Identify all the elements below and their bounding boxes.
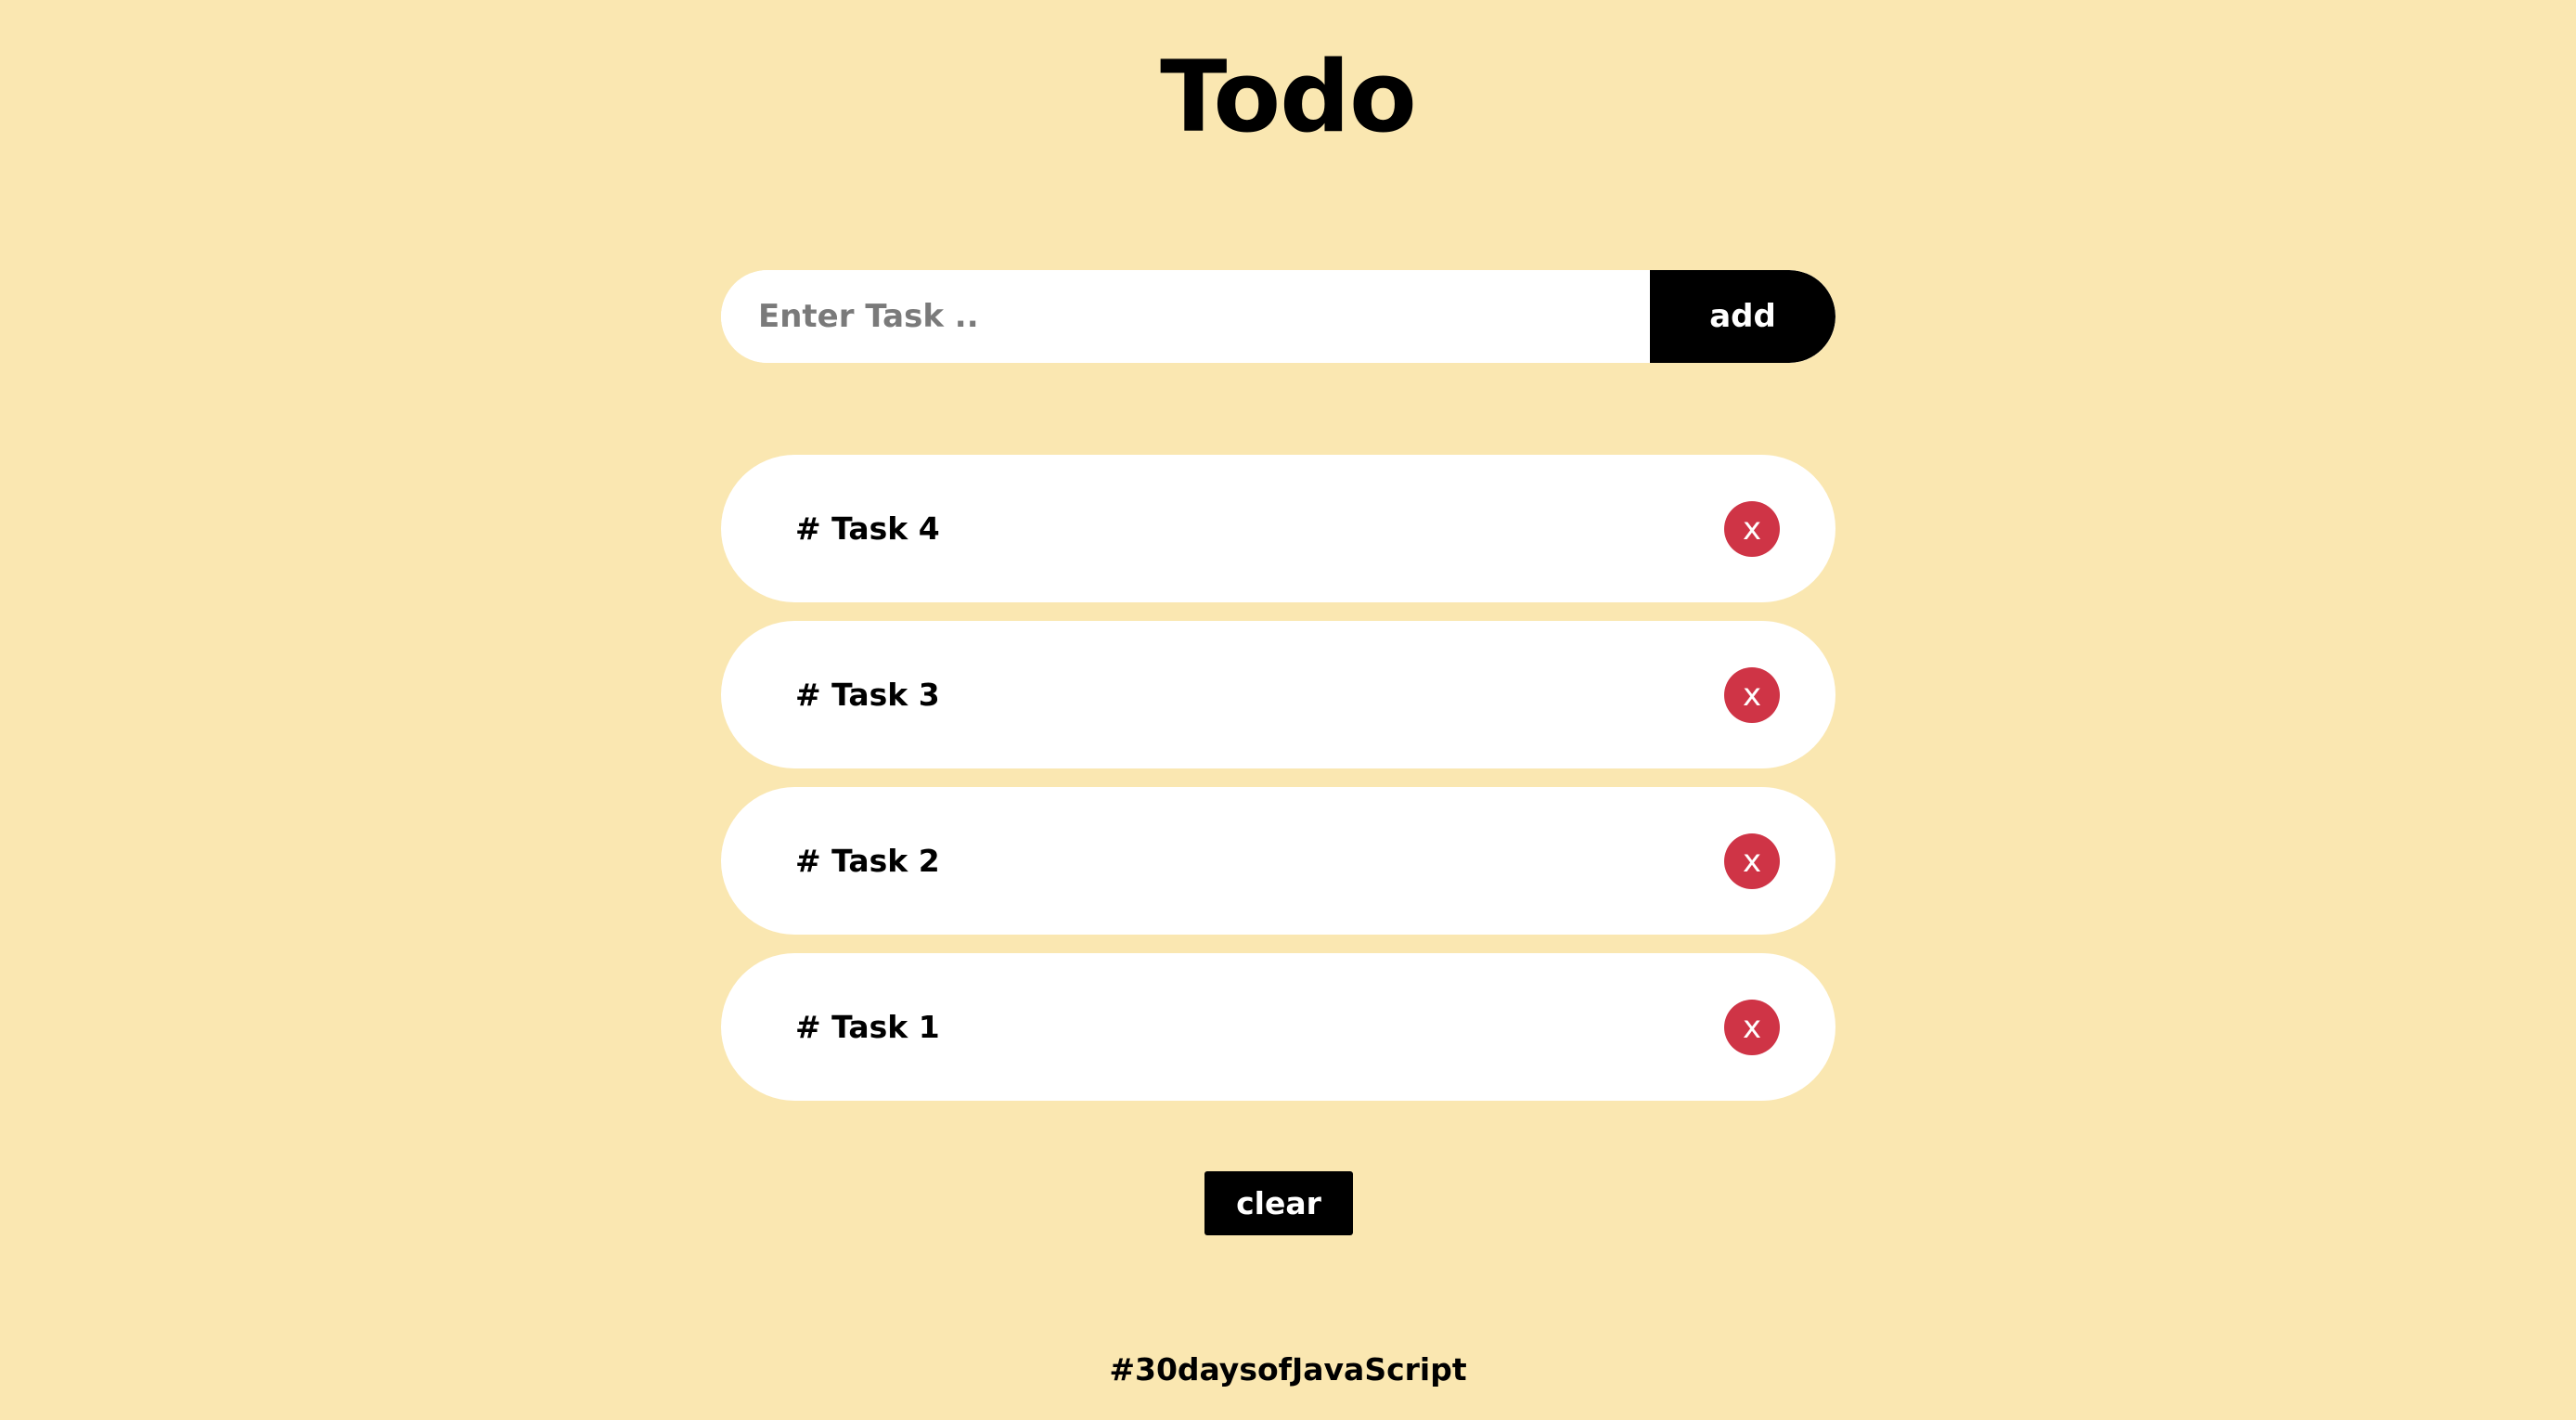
delete-task-button[interactable]: x: [1724, 666, 1780, 723]
task-input[interactable]: [721, 270, 1650, 363]
add-task-bar: add: [721, 270, 1835, 363]
footer-hashtag: #30daysofJavaScript: [1109, 1351, 1467, 1388]
add-button[interactable]: add: [1650, 270, 1835, 363]
page-title: Todo: [1160, 40, 1417, 154]
task-item: # Task 1 x: [721, 953, 1835, 1101]
task-label: # Task 1: [795, 1009, 940, 1045]
task-label: # Task 2: [795, 843, 940, 879]
todo-app: Todo add # Task 4 x # Task 3 x # Task 2 …: [0, 0, 2576, 1420]
clear-button[interactable]: clear: [1204, 1171, 1353, 1235]
task-item: # Task 3 x: [721, 621, 1835, 768]
delete-task-button[interactable]: x: [1724, 999, 1780, 1055]
task-list: # Task 4 x # Task 3 x # Task 2 x # Task …: [721, 455, 1835, 1119]
task-item: # Task 2 x: [721, 787, 1835, 935]
task-item: # Task 4 x: [721, 455, 1835, 602]
task-label: # Task 3: [795, 677, 940, 713]
delete-task-button[interactable]: x: [1724, 500, 1780, 557]
delete-task-button[interactable]: x: [1724, 833, 1780, 889]
task-label: # Task 4: [795, 510, 940, 547]
